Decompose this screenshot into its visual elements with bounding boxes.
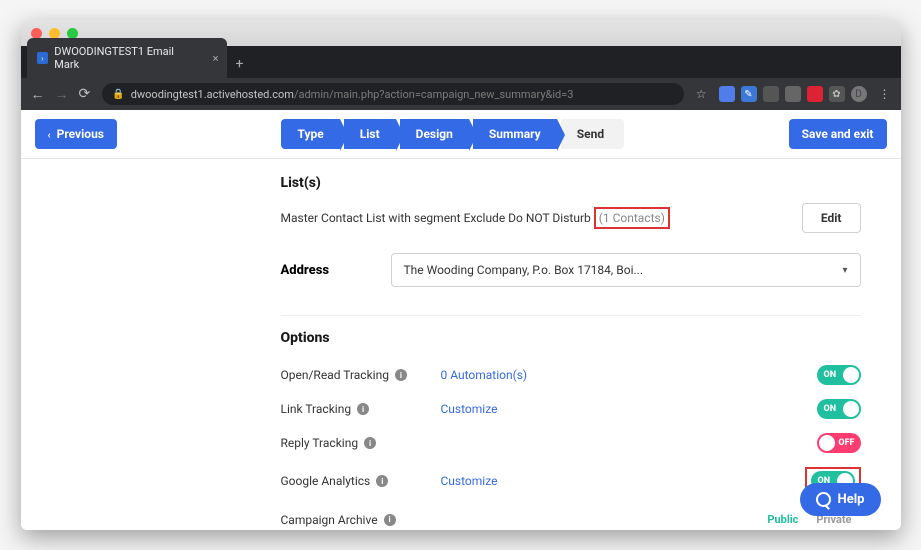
previous-button[interactable]: ‹Previous [35,119,117,149]
menu-icon[interactable]: ⋮ [879,87,891,101]
extensions: ✎ ✿ D [719,86,867,102]
address-value: The Wooding Company, P.o. Box 17184, Boi… [404,263,643,277]
step-type[interactable]: Type [281,119,339,149]
back-icon[interactable]: ← [31,86,45,103]
ext-icon[interactable]: D [851,86,867,102]
list-description: Master Contact List with segment Exclude… [281,211,670,225]
close-tab-icon[interactable]: × [213,52,219,65]
star-icon[interactable]: ☆ [696,87,707,101]
link-tracking-label: Link Tracking [281,402,352,416]
open-read-label: Open/Read Tracking [281,368,389,382]
help-button[interactable]: Help [800,483,881,516]
save-and-exit-button[interactable]: Save and exit [789,119,887,149]
step-design[interactable]: Design [400,119,469,149]
app-topbar: ‹Previous Type List Design Summary Send … [21,110,901,159]
help-label: Help [838,492,865,507]
edit-list-button[interactable]: Edit [802,203,861,233]
ext-icon[interactable] [763,86,779,102]
maximize-window-dot[interactable] [67,28,78,39]
tab-title: DWOODINGTEST1 Email Mark [54,45,198,71]
info-icon[interactable]: i [384,514,396,526]
previous-label: Previous [57,127,104,141]
step-summary[interactable]: Summary [473,119,557,149]
help-icon [816,492,831,507]
address-bar[interactable]: 🔒 dwoodingtest1.activehosted.com/admin/m… [102,83,684,105]
forward-icon[interactable]: → [55,86,69,103]
minimize-window-dot[interactable] [49,28,60,39]
ext-icon[interactable] [807,86,823,102]
ext-icon[interactable]: ✎ [741,86,757,102]
progress-steps: Type List Design Summary Send [117,119,789,149]
step-send[interactable]: Send [561,119,624,149]
reload-icon[interactable]: ⟳ [79,86,91,103]
ext-icon[interactable] [785,86,801,102]
browser-tab[interactable]: › DWOODINGTEST1 Email Mark × [27,38,227,78]
address-label: Address [281,263,351,278]
reply-tracking-label: Reply Tracking [281,436,359,450]
chevron-down-icon: ▾ [842,265,847,276]
contacts-count: (1 Contacts) [594,207,670,229]
url-host: dwoodingtest1.activehosted.com [131,88,294,101]
close-window-dot[interactable] [31,28,42,39]
options-title: Options [281,330,861,346]
browser-toolbar: ← → ⟳ 🔒 dwoodingtest1.activehosted.com/a… [21,78,901,110]
reply-tracking-toggle[interactable]: OFF [817,433,861,453]
favicon-icon: › [37,52,49,64]
info-icon[interactable]: i [376,475,388,487]
link-tracking-customize[interactable]: Customize [441,402,817,416]
main-content: List(s) Master Contact List with segment… [21,159,901,527]
google-analytics-label: Google Analytics [281,474,371,488]
step-list[interactable]: List [344,119,396,149]
public-option[interactable]: Public [758,509,807,527]
link-tracking-toggle[interactable]: ON [817,399,861,419]
ga-customize[interactable]: Customize [441,474,805,488]
lists-title: List(s) [281,175,861,191]
lock-icon: 🔒 [112,89,124,100]
list-text-main: Master Contact List with segment Exclude… [281,211,591,225]
ext-icon[interactable]: ✿ [829,86,845,102]
url-path: /admin/main.php?action=campaign_new_summ… [294,88,574,101]
automations-link[interactable]: 0 Automation(s) [441,368,817,382]
ext-icon[interactable] [719,86,735,102]
info-icon[interactable]: i [395,369,407,381]
address-select[interactable]: The Wooding Company, P.o. Box 17184, Boi… [391,253,861,287]
info-icon[interactable]: i [357,403,369,415]
new-tab-button[interactable]: + [227,50,253,78]
browser-tabstrip: › DWOODINGTEST1 Email Mark × + [21,46,901,78]
open-read-toggle[interactable]: ON [817,365,861,385]
info-icon[interactable]: i [364,437,376,449]
campaign-archive-label: Campaign Archive [281,513,378,527]
